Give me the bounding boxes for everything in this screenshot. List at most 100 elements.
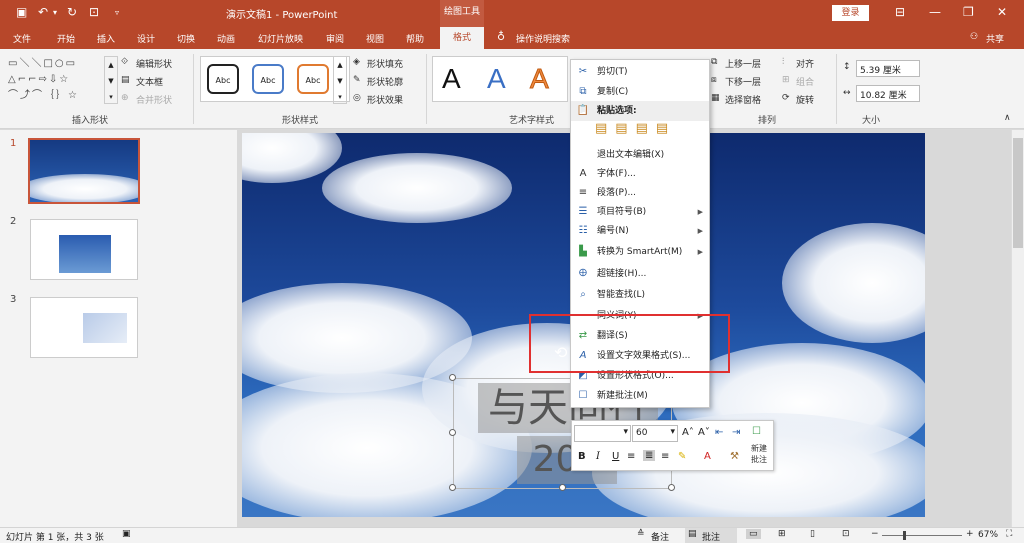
comments-toggle[interactable]: ▤ 批注 — [685, 528, 737, 543]
fit-to-window-icon[interactable]: ⛶ — [1006, 529, 1012, 539]
align-button[interactable]: 对齐 — [796, 57, 814, 70]
align-left-icon[interactable]: ≡ — [627, 451, 635, 462]
tab-design[interactable]: 设计 — [137, 32, 155, 45]
font-name-select[interactable]: ▾ — [574, 425, 631, 442]
undo-icon[interactable]: ↶ — [38, 5, 48, 19]
tab-insert[interactable]: 插入 — [97, 32, 115, 45]
paste-option-icons[interactable]: ▤▤▤▤ — [595, 121, 695, 143]
tab-format[interactable]: 格式 — [440, 27, 484, 49]
menu-item-cut[interactable]: ✂ 剪切(T) — [571, 62, 709, 82]
slideshow-icon[interactable]: ⊡ — [89, 5, 99, 19]
normal-view-icon[interactable]: ▭ — [746, 529, 761, 539]
font-color-icon[interactable]: A — [704, 451, 711, 462]
width-input[interactable]: 10.82 厘米 — [856, 85, 920, 102]
group-button[interactable]: 组合 — [796, 75, 814, 88]
align-right-icon[interactable]: ≡ — [661, 451, 669, 462]
resize-handle[interactable] — [559, 484, 566, 491]
undo-dropdown-icon[interactable]: ▾ — [53, 8, 57, 17]
edit-shape-button[interactable]: 编辑形状 — [136, 57, 172, 70]
resize-handle[interactable] — [449, 484, 456, 491]
menu-item-exit-text-edit[interactable]: 退出文本编辑(X) — [571, 145, 709, 165]
decrease-indent-icon[interactable]: ⇤ — [715, 427, 723, 438]
format-painter-icon[interactable]: ⚒ — [730, 451, 739, 462]
shape-fill-button[interactable]: 形状填充 — [367, 57, 403, 70]
tab-transitions[interactable]: 切换 — [177, 32, 195, 45]
menu-item-smart-lookup[interactable]: ⌕ 智能查找(L) — [571, 285, 709, 305]
login-button[interactable]: 登录 — [832, 5, 869, 21]
notes-button[interactable]: 备注 — [651, 530, 669, 543]
underline-button[interactable]: U — [612, 451, 619, 462]
slide-thumbnail-3[interactable] — [30, 297, 138, 358]
tab-help[interactable]: 帮助 — [406, 32, 424, 45]
resize-handle[interactable] — [449, 429, 456, 436]
height-input[interactable]: 5.39 厘米 — [856, 60, 920, 77]
redo-icon[interactable]: ↻ — [67, 5, 77, 19]
wordart-style-orange[interactable]: A — [530, 63, 550, 95]
reading-view-icon[interactable]: ▯ — [810, 529, 815, 539]
slide-thumbnail-1[interactable] — [28, 138, 140, 204]
restore-icon[interactable]: ❐ — [963, 5, 974, 19]
font-size-select[interactable]: 60 ▾ — [632, 425, 678, 442]
bold-button[interactable]: B — [578, 451, 586, 462]
shape-outline-button[interactable]: 形状轮廓 — [367, 75, 403, 88]
resize-handle[interactable] — [449, 374, 456, 381]
shape-gallery-more-icon[interactable]: ▲ ▼ ▾ — [104, 56, 118, 104]
menu-item-copy[interactable]: ⧉ 复制(C) — [571, 82, 709, 102]
menu-item-numbering[interactable]: ☷ 编号(N) ▶ — [571, 221, 709, 241]
menu-item-bullets[interactable]: ☰ 项目符号(B) ▶ — [571, 202, 709, 222]
slide-thumbnail-2[interactable] — [30, 219, 138, 280]
text-box-button[interactable]: 文本框 — [136, 75, 163, 88]
tab-slideshow[interactable]: 幻灯片放映 — [258, 32, 303, 45]
menu-item-paragraph[interactable]: ≡ 段落(P)... — [571, 183, 709, 203]
increase-indent-icon[interactable]: ⇥ — [732, 427, 740, 438]
selection-pane-button[interactable]: 选择窗格 — [725, 93, 761, 106]
slideshow-view-icon[interactable]: ⊡ — [842, 529, 850, 539]
tab-animations[interactable]: 动画 — [217, 32, 235, 45]
tab-home[interactable]: 开始 — [57, 32, 75, 45]
close-icon[interactable]: ✕ — [997, 5, 1007, 19]
menu-item-font[interactable]: A 字体(F)... — [571, 164, 709, 184]
vertical-scrollbar[interactable] — [1011, 130, 1024, 527]
tell-me-search[interactable]: 操作说明搜索 — [516, 32, 570, 45]
shape-effects-button[interactable]: 形状效果 — [367, 93, 403, 106]
zoom-out-icon[interactable]: − — [871, 529, 879, 539]
increase-font-icon[interactable]: A˄ — [682, 427, 694, 438]
zoom-slider[interactable] — [882, 535, 962, 536]
ribbon-display-icon[interactable]: ⊟ — [895, 5, 905, 19]
new-comment-button[interactable]: 新建 批注 — [744, 443, 774, 465]
scrollbar-thumb[interactable] — [1013, 138, 1023, 248]
send-backward-button[interactable]: 下移一层 — [725, 75, 761, 88]
align-center-icon[interactable]: ≣ — [643, 450, 656, 461]
tab-review[interactable]: 审阅 — [326, 32, 344, 45]
decrease-font-icon[interactable]: A˅ — [698, 427, 710, 438]
zoom-slider-thumb[interactable] — [903, 531, 906, 540]
shape-style-1[interactable]: Abc — [207, 64, 239, 94]
menu-item-hyperlink[interactable]: 🜨 超链接(H)... — [571, 264, 709, 284]
resize-handle[interactable] — [668, 484, 675, 491]
tab-view[interactable]: 视图 — [366, 32, 384, 45]
italic-button[interactable]: I — [596, 451, 600, 462]
highlight-color-icon[interactable]: ✎ — [678, 451, 686, 462]
bring-forward-button[interactable]: 上移一层 — [725, 57, 761, 70]
wordart-style-blue[interactable]: A — [487, 63, 506, 95]
shape-style-3[interactable]: Abc — [297, 64, 329, 94]
slide-sorter-icon[interactable]: ⊞ — [778, 529, 786, 539]
menu-item-new-comment[interactable]: ☐ 新建批注(M) — [571, 386, 709, 406]
collapse-ribbon-icon[interactable]: ∧ — [1004, 113, 1011, 123]
tab-file[interactable]: 文件 — [13, 32, 31, 45]
zoom-in-icon[interactable]: + — [966, 529, 974, 539]
shape-gallery[interactable]: ▭＼＼□○▭ △⌐⌐⇨⇩☆ ⌒⤴⌒｛｝☆ — [8, 56, 104, 106]
save-icon[interactable]: ▣ — [16, 5, 27, 19]
menu-item-smartart[interactable]: ▙ 转换为 SmartArt(M) ▶ — [571, 242, 709, 262]
new-comment-icon[interactable]: ☐ — [752, 426, 761, 437]
shape-style-more-icon[interactable]: ▲ ▼ ▾ — [333, 56, 347, 104]
customize-qat-icon[interactable]: ▿ — [115, 8, 119, 17]
wordart-style-black[interactable]: A — [442, 63, 461, 95]
minimize-icon[interactable]: — — [929, 5, 941, 19]
merge-shapes-button[interactable]: 合并形状 — [136, 93, 172, 106]
rotate-button[interactable]: 旋转 — [796, 93, 814, 106]
shape-style-2[interactable]: Abc — [252, 64, 284, 94]
share-button[interactable]: 共享 — [986, 32, 1004, 45]
zoom-level[interactable]: 67% — [978, 530, 998, 540]
spellcheck-icon[interactable]: ▣ — [122, 529, 131, 539]
